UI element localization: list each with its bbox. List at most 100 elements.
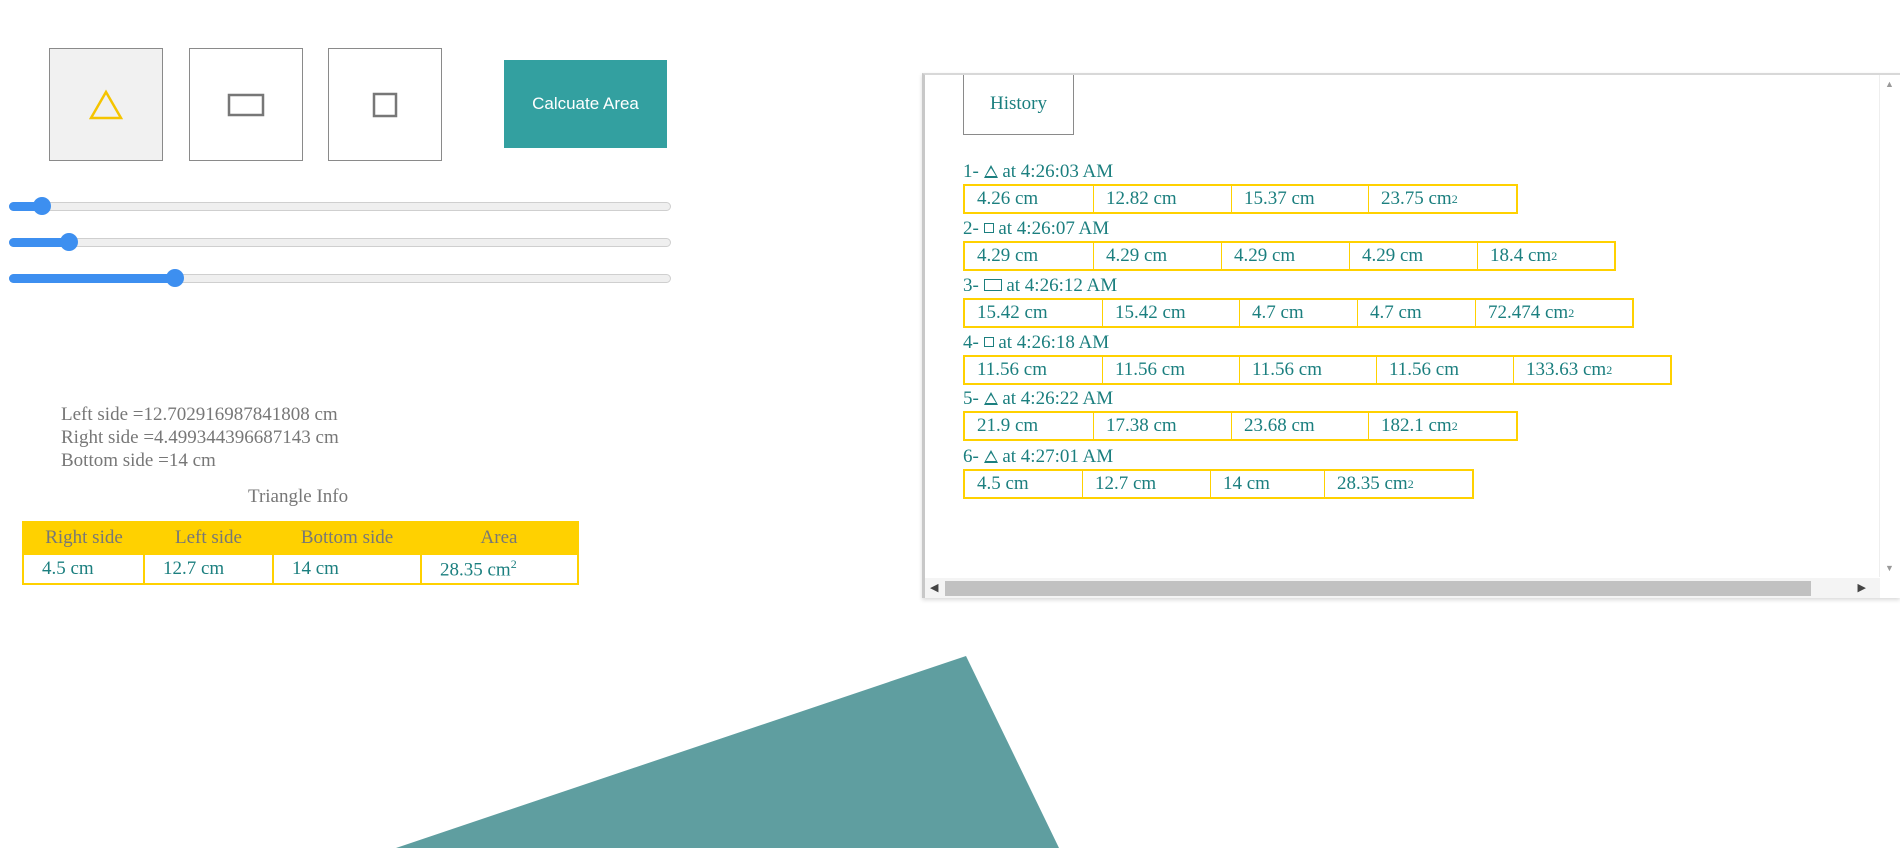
entry-time: at 4:26:12 AM <box>1006 275 1118 296</box>
entry-side-cell: 4.29 cm <box>1094 243 1222 269</box>
entry-index: 5- <box>963 388 979 409</box>
header-right-side: Right side <box>23 522 144 554</box>
area-unit-sup: 2 <box>1551 248 1558 263</box>
history-entry-title: 3- at 4:26:12 AM <box>963 275 1117 297</box>
entry-time: at 4:26:22 AM <box>1002 388 1114 409</box>
entry-side-cell: 4.29 cm <box>1222 243 1350 269</box>
entry-side-cell: 12.7 cm <box>1083 471 1211 497</box>
entry-area-value: 28.35 cm <box>1337 473 1408 494</box>
history-entry-title: 5- at 4:26:22 AM <box>963 388 1113 410</box>
history-entry-title: 2- at 4:26:07 AM <box>963 218 1109 240</box>
entry-area-value: 23.75 cm <box>1381 188 1452 209</box>
entry-time: at 4:26:03 AM <box>1002 161 1114 182</box>
scroll-up-icon[interactable]: ▲ <box>1885 79 1894 89</box>
info-table: Right side Left side Bottom side Area 4.… <box>22 521 579 585</box>
entry-side-cell: 11.56 cm <box>1240 357 1377 383</box>
entry-side-cell: 21.9 cm <box>965 413 1094 439</box>
square-shape-button[interactable] <box>328 48 442 161</box>
history-entry-row: 4.26 cm 12.82 cm 15.37 cm 23.75 cm 2 <box>963 184 1518 214</box>
area-unit-sup: 2 <box>1451 418 1458 433</box>
side-slider-3[interactable] <box>9 269 671 287</box>
entry-side-cell: 4.29 cm <box>965 243 1094 269</box>
square-icon <box>983 223 994 233</box>
info-title: Triangle Info <box>248 486 349 507</box>
square-icon <box>983 337 994 347</box>
triangle-shape-button[interactable] <box>49 48 163 161</box>
entry-area-cell: 28.35 cm 2 <box>1325 471 1472 497</box>
history-entry-row: 11.56 cm 11.56 cm 11.56 cm 11.56 cm 133.63 c… <box>963 355 1672 385</box>
rectangle-shape-button[interactable] <box>189 48 303 161</box>
value-left-side: 12.7 cm <box>143 553 274 585</box>
entry-side-cell: 15.37 cm <box>1232 186 1369 212</box>
area-unit-sup: 2 <box>1451 191 1458 206</box>
area-unit-sup: 2 <box>1606 362 1613 377</box>
side-slider-2[interactable] <box>9 233 671 251</box>
info-value-row: 4.5 cm 12.7 cm 14 cm 28.35 cm2 <box>22 553 579 585</box>
entry-side-cell: 11.56 cm <box>965 357 1103 383</box>
horizontal-scrollbar[interactable]: ◀ ▶ <box>925 578 1880 598</box>
triangle-icon <box>983 165 998 178</box>
entry-area-cell: 182.1 cm 2 <box>1369 413 1516 439</box>
entry-side-cell: 12.82 cm <box>1094 186 1232 212</box>
triangle-icon <box>89 88 123 119</box>
entry-area-value: 18.4 cm <box>1490 245 1552 266</box>
entry-area-value: 72.474 cm <box>1488 302 1569 323</box>
bottom-side-readout: Bottom side =14 cm <box>61 450 216 471</box>
entry-index: 1- <box>963 161 979 182</box>
info-header-row: Right side Left side Bottom side Area <box>23 522 578 554</box>
entry-side-cell: 4.29 cm <box>1350 243 1478 269</box>
area-value: 28.35 cm <box>440 559 511 581</box>
history-button[interactable]: History <box>963 75 1074 135</box>
header-bottom-side: Bottom side <box>273 522 421 554</box>
header-left-side: Left side <box>144 522 273 554</box>
scroll-right-icon[interactable]: ▶ <box>1858 581 1866 594</box>
entry-side-cell: 11.56 cm <box>1377 357 1514 383</box>
triangle-icon <box>983 450 998 463</box>
history-panel[interactable]: History 1- at 4:26:03 AM 4.26 cm 12.82 cm 1… <box>922 73 1900 598</box>
triangle-shape <box>396 656 1059 848</box>
slider-thumb[interactable] <box>59 233 78 251</box>
entry-time: at 4:27:01 AM <box>1002 446 1114 467</box>
entry-side-cell: 15.42 cm <box>965 300 1103 326</box>
entry-time: at 4:26:18 AM <box>998 332 1110 353</box>
entry-area-cell: 18.4 cm 2 <box>1478 243 1614 269</box>
slider-thumb[interactable] <box>165 269 184 287</box>
entry-area-cell: 133.63 cm 2 <box>1514 357 1670 383</box>
left-side-readout: Left side =12.702916987841808 cm <box>61 404 338 425</box>
entry-area-cell: 72.474 cm 2 <box>1476 300 1632 326</box>
history-entry-title: 1- at 4:26:03 AM <box>963 161 1113 183</box>
entry-area-cell: 23.75 cm 2 <box>1369 186 1516 212</box>
calculate-area-button[interactable]: Calcuate Area <box>504 60 667 148</box>
value-bottom-side: 14 cm <box>272 553 422 585</box>
entry-side-cell: 4.5 cm <box>965 471 1083 497</box>
entry-side-cell: 14 cm <box>1211 471 1325 497</box>
triangle-icon <box>983 392 998 405</box>
right-side-readout: Right side =4.499344396687143 cm <box>61 427 339 448</box>
slider-track <box>9 238 671 247</box>
triangle-drawing <box>396 656 1059 848</box>
entry-side-cell: 11.56 cm <box>1103 357 1240 383</box>
value-area: 28.35 cm2 <box>420 553 579 585</box>
entry-index: 6- <box>963 446 979 467</box>
rectangle-icon <box>227 93 265 116</box>
scroll-left-icon[interactable]: ◀ <box>930 581 938 594</box>
rectangle-icon <box>983 279 1002 291</box>
vertical-scrollbar[interactable]: ▲ ▼ <box>1879 75 1900 577</box>
entry-time: at 4:26:07 AM <box>998 218 1110 239</box>
entry-side-cell: 4.7 cm <box>1240 300 1358 326</box>
area-unit-sup: 2 <box>510 556 517 571</box>
entry-side-cell: 23.68 cm <box>1232 413 1369 439</box>
entry-side-cell: 4.26 cm <box>965 186 1094 212</box>
slider-fill <box>9 274 175 283</box>
entry-index: 4- <box>963 332 979 353</box>
entry-area-value: 133.63 cm <box>1526 359 1607 380</box>
entry-index: 2- <box>963 218 979 239</box>
square-icon <box>372 92 398 117</box>
horizontal-scroll-thumb[interactable] <box>945 581 1811 596</box>
slider-thumb[interactable] <box>33 197 52 215</box>
area-unit-sup: 2 <box>1407 476 1414 491</box>
value-right-side: 4.5 cm <box>22 553 145 585</box>
entry-side-cell: 4.7 cm <box>1358 300 1476 326</box>
scroll-down-icon[interactable]: ▼ <box>1885 563 1894 573</box>
side-slider-1[interactable] <box>9 197 671 215</box>
